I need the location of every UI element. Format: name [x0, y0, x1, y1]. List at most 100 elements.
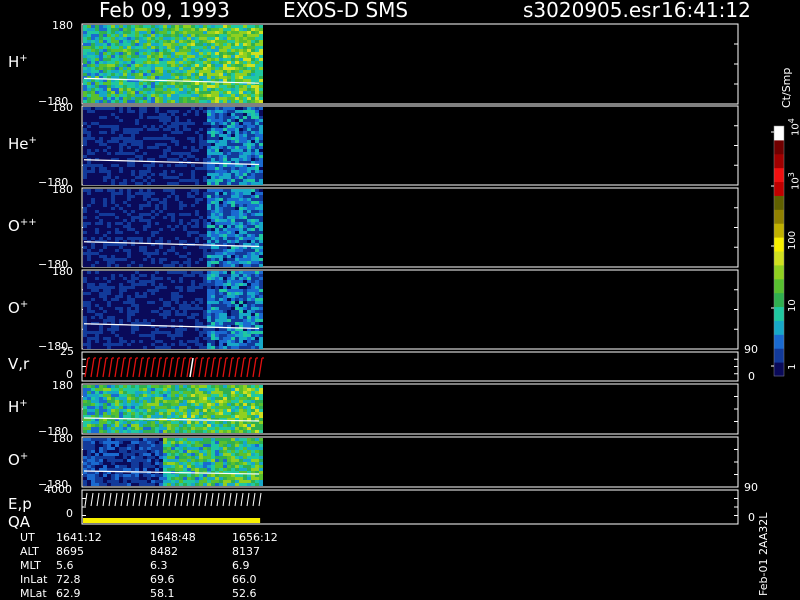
heatmap-cell — [151, 298, 155, 301]
heatmap-cell — [143, 313, 147, 316]
heatmap-cell — [159, 240, 163, 243]
heatmap-cell — [211, 176, 215, 179]
heatmap-cell — [123, 116, 127, 119]
heatmap-cell — [139, 192, 143, 195]
heatmap-cell — [115, 94, 119, 97]
heatmap-cell — [191, 280, 195, 283]
heatmap-cell — [227, 28, 231, 31]
heatmap-cell — [235, 52, 239, 55]
heatmap-cell — [143, 73, 147, 76]
heatmap-cell — [119, 207, 123, 210]
heatmap-cell — [119, 255, 123, 258]
heatmap-cell — [187, 189, 191, 192]
heatmap-cell — [223, 337, 227, 340]
heatmap-cell — [119, 85, 123, 88]
heatmap-cell — [219, 25, 223, 28]
heatmap-cell — [83, 237, 87, 240]
heatmap-cell — [147, 258, 151, 261]
heatmap-cell — [219, 46, 223, 49]
heatmap-cell — [159, 82, 163, 85]
heatmap-cell — [211, 146, 215, 149]
heatmap-cell — [107, 198, 111, 201]
heatmap-cell — [103, 170, 107, 173]
heatmap-cell — [123, 128, 127, 131]
heatmap-cell — [123, 400, 127, 403]
heatmap-cell — [207, 173, 211, 176]
heatmap-cell — [111, 128, 115, 131]
heatmap-cell — [231, 170, 235, 173]
heatmap-cell — [103, 394, 107, 397]
heatmap-cell — [111, 40, 115, 43]
heatmap-cell — [115, 222, 119, 225]
heatmap-cell — [231, 310, 235, 313]
heatmap-cell — [167, 316, 171, 319]
heatmap-cell — [159, 234, 163, 237]
heatmap-cell — [239, 146, 243, 149]
heatmap-cell — [139, 43, 143, 46]
heatmap-cell — [135, 134, 139, 137]
heatmap-cell — [199, 176, 203, 179]
heatmap-cell — [199, 167, 203, 170]
heatmap-cell — [159, 255, 163, 258]
heatmap-cell — [231, 158, 235, 161]
heatmap-cell — [155, 316, 159, 319]
heatmap-cell — [155, 283, 159, 286]
heatmap-cell — [111, 201, 115, 204]
heatmap-cell — [247, 128, 251, 131]
heatmap-cell — [239, 261, 243, 264]
heatmap-cell — [223, 100, 227, 103]
heatmap-cell — [235, 155, 239, 158]
heatmap-cell — [123, 179, 127, 182]
heatmap-cell — [119, 167, 123, 170]
heatmap-cell — [155, 322, 159, 325]
heatmap-cell — [195, 176, 199, 179]
heatmap-cell — [203, 116, 207, 119]
heatmap-cell — [151, 73, 155, 76]
heatmap-cell — [99, 286, 103, 289]
heatmap-cell — [103, 343, 107, 346]
heatmap-cell — [107, 131, 111, 134]
heatmap-cell — [259, 292, 263, 295]
heatmap-cell — [187, 252, 191, 255]
heatmap-cell — [107, 161, 111, 164]
heatmap-cell — [227, 167, 231, 170]
heatmap-cell — [223, 216, 227, 219]
heatmap-cell — [159, 91, 163, 94]
heatmap-cell — [159, 307, 163, 310]
heatmap-cell — [103, 271, 107, 274]
heatmap-cell — [223, 137, 227, 140]
heatmap-cell — [159, 122, 163, 125]
heatmap-cell — [159, 286, 163, 289]
heatmap-cell — [167, 274, 171, 277]
heatmap-cell — [183, 264, 187, 267]
heatmap-cell — [123, 155, 127, 158]
heatmap-cell — [163, 201, 167, 204]
heatmap-cell — [143, 143, 147, 146]
heatmap-cell — [83, 67, 87, 70]
heatmap-cell — [259, 100, 263, 103]
heatmap-cell — [127, 55, 131, 58]
heatmap-cell — [239, 140, 243, 143]
heatmap-cell — [143, 167, 147, 170]
heatmap-cell — [235, 43, 239, 46]
heatmap-cell — [255, 31, 259, 34]
heatmap-cell — [107, 155, 111, 158]
heatmap-cell — [167, 43, 171, 46]
heatmap-cell — [243, 167, 247, 170]
heatmap-cell — [191, 173, 195, 176]
heatmap-cell — [135, 34, 139, 37]
heatmap-cell — [83, 64, 87, 67]
heatmap-cell — [159, 128, 163, 131]
heatmap-cell — [119, 70, 123, 73]
heatmap-cell — [131, 346, 135, 349]
heatmap-cell — [95, 274, 99, 277]
heatmap-cell — [251, 313, 255, 316]
heatmap-cell — [171, 231, 175, 234]
heatmap-cell — [239, 179, 243, 182]
heatmap-cell — [155, 337, 159, 340]
heatmap-cell — [231, 292, 235, 295]
heatmap-cell — [203, 37, 207, 40]
heatmap-cell — [91, 397, 95, 400]
heatmap-cell — [251, 119, 255, 122]
heatmap-cell — [183, 43, 187, 46]
